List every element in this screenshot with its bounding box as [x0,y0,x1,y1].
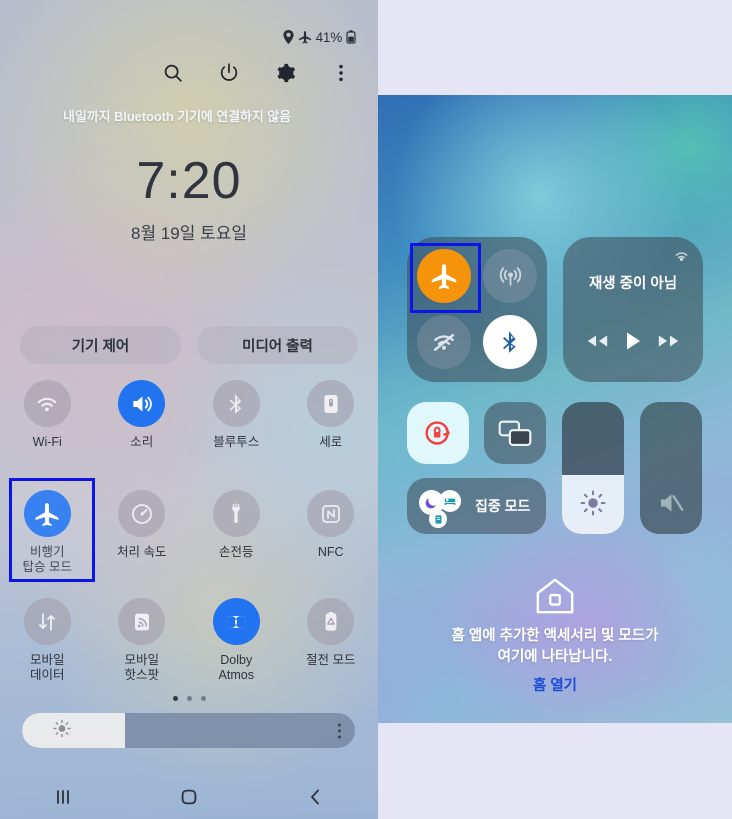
status-bar: 41% [0,26,378,48]
battery-percent-label: 41% [315,29,343,45]
toggle-label: 세로 [319,435,343,449]
book-icon [429,510,447,528]
more-options-icon[interactable] [328,60,354,86]
brightness-sun-icon [52,718,72,743]
location-pin-icon [282,30,294,44]
toggle-label: 모바일 데이터 [29,653,65,683]
page-dot[interactable] [200,696,206,701]
power-saving-icon [307,598,355,645]
media-status-label: 재생 중이 아님 [588,276,678,292]
home-house-icon [378,576,732,616]
home-button[interactable] [126,785,252,809]
toggle-label: Wi-Fi [32,435,62,449]
clock-date: 8월 19일 토요일 [130,224,247,243]
brightness-more-icon[interactable] [338,723,341,738]
cellular-toggle[interactable] [483,249,537,303]
page-dot[interactable] [172,696,178,701]
toggle-label: 처리 속도 [117,545,167,559]
airplay-icon[interactable] [672,247,691,271]
media-card [563,237,703,382]
ios-airplane-highlight-box [410,243,481,313]
airplane-mode-highlight-box [9,478,95,582]
rotation-lock-toggle[interactable] [407,402,469,464]
brightness-slider[interactable] [562,402,624,534]
rotation-lock-icon [307,380,355,427]
clock-time: 7:20 [136,152,242,210]
speedometer-icon [118,490,166,537]
mobile-data-icon [23,598,71,645]
toggle-bluetooth[interactable]: 블루투스 [189,380,284,450]
toggle-label: NFC [317,545,344,559]
toggle-rotation[interactable]: 세로 [284,380,379,450]
screen-mirroring-button[interactable] [484,402,546,464]
back-button[interactable] [252,785,378,809]
fast-forward-button[interactable] [657,333,681,354]
pill-button-row: 기기 제어 미디어 출력 [20,326,358,364]
open-home-link[interactable]: 홈 열기 [378,674,732,695]
power-icon[interactable] [216,60,242,86]
airplane-icon [298,30,312,44]
home-description: 홈 앱에 추가한 액세서리 및 모드가 여기에 나타납니다. [451,628,659,666]
toggle-flashlight[interactable]: 손전등 [189,490,284,576]
dolby-atmos-icon [212,598,260,645]
sound-icon [118,380,166,427]
brightness-slider[interactable] [22,713,355,748]
media-output-button[interactable]: 미디어 출력 [197,326,358,364]
screenshot-root: 41% 7:20 8월 19일 토요일 기기 제어 미디어 출력 Wi-Fi 소… [0,0,732,819]
nfc-icon [307,490,355,537]
toggle-sound[interactable]: 소리 [95,380,190,450]
toggle-label: 절전 모드 [306,653,356,667]
toggle-wifi[interactable]: Wi-Fi [0,380,95,450]
navigation-bar [0,775,378,819]
bluetooth-icon [212,380,260,427]
device-control-button[interactable]: 기기 제어 [20,326,181,364]
media-controls [563,327,703,359]
toggle-label: 모바일 핫스팟 [124,653,159,683]
search-icon[interactable] [160,60,186,86]
brightness-fill [22,713,126,748]
toggle-nfc[interactable]: NFC [284,490,379,576]
quick-panel-header-icons [0,56,378,90]
battery-icon [346,30,356,44]
wifi-toggle[interactable] [417,315,471,369]
play-button[interactable] [625,331,641,356]
rewind-button[interactable] [585,333,609,354]
volume-slider[interactable] [640,402,702,534]
toggle-dolby-atmos[interactable]: Dolby Atmos [189,598,284,684]
volume-mute-icon [640,488,702,518]
toggle-mobile-hotspot[interactable]: 모바일 핫스팟 [95,598,190,684]
page-dot[interactable] [186,696,192,701]
bluetooth-banner: 내일까지 Bluetooth 기기에 연결하지 않음 [63,109,291,124]
recents-button[interactable] [0,786,126,808]
toggle-row-1: Wi-Fi 소리 블루투스 세로 [0,380,378,450]
brightness-sun-icon [562,488,624,518]
toggle-row-3: 모바일 데이터 모바일 핫스팟 Dolby Atmos 절전 모드 [0,598,378,684]
toggle-mobile-data[interactable]: 모바일 데이터 [0,598,95,684]
bluetooth-toggle[interactable] [483,315,537,369]
toggle-label: 소리 [130,435,154,449]
toggle-processing-speed[interactable]: 처리 속도 [95,490,190,576]
wifi-icon [23,380,71,427]
lock-clock: 7:20 8월 19일 토요일 [0,155,378,244]
focus-mode-label: 집중 모드 [475,498,531,514]
flashlight-icon [212,490,260,537]
toggle-label: Dolby Atmos [218,653,254,683]
toggle-label: 손전등 [218,545,254,559]
toggle-label: 블루투스 [213,435,260,449]
page-indicator-dots [0,696,378,701]
focus-mode-button[interactable]: 집중 모드 [407,478,546,534]
bed-icon [439,490,461,512]
hotspot-icon [118,598,166,645]
settings-gear-icon[interactable] [272,60,298,86]
toggle-power-saving[interactable]: 절전 모드 [284,598,379,684]
home-app-section: 홈 앱에 추가한 액세서리 및 모드가 여기에 나타납니다. 홈 열기 [378,576,732,695]
